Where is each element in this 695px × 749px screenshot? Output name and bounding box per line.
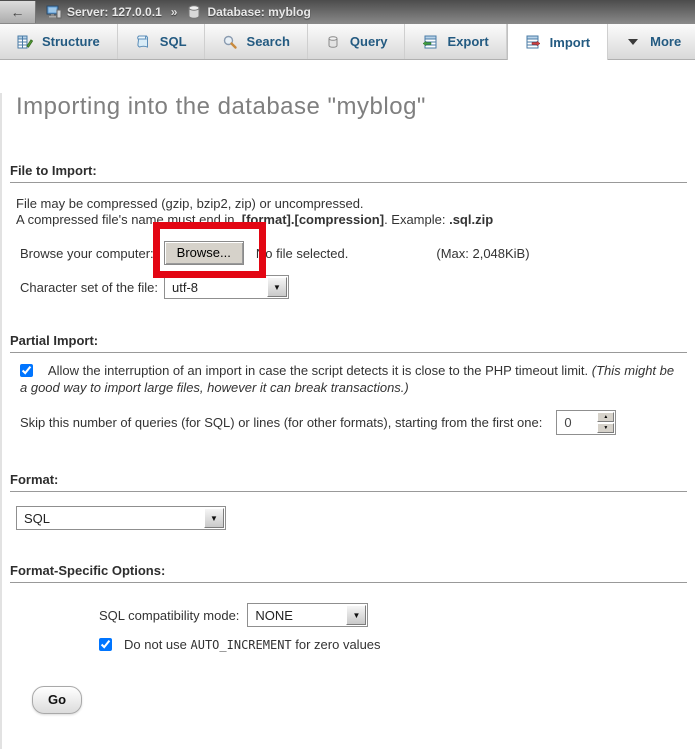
server-icon — [46, 4, 62, 20]
breadcrumb-database[interactable]: Database: myblog — [207, 5, 310, 19]
browse-button[interactable]: Browse... — [164, 241, 244, 265]
breadcrumb-separator: » — [171, 5, 178, 19]
dropdown-arrow-icon[interactable]: ▼ — [204, 508, 224, 528]
allow-interrupt-checkbox[interactable] — [20, 364, 33, 377]
tab-structure[interactable]: Structure — [0, 24, 118, 59]
breadcrumb: Server: 127.0.0.1 » Database: myblog — [46, 4, 311, 20]
structure-icon — [17, 34, 33, 50]
dropdown-arrow-icon[interactable]: ▼ — [346, 605, 366, 625]
tab-label: Query — [350, 34, 388, 49]
tab-label: Structure — [42, 34, 100, 49]
sql-compatibility-label: SQL compatibility mode: — [99, 608, 239, 623]
charset-row: Character set of the file: utf-8 ▼ — [20, 275, 695, 299]
breadcrumb-server[interactable]: Server: 127.0.0.1 — [67, 5, 162, 19]
spinner-down-icon[interactable]: ▼ — [597, 423, 614, 433]
compression-format-pattern: .[format].[compression] — [238, 212, 384, 227]
compression-line2-mid: . Example: — [384, 212, 449, 227]
import-page: Importing into the database "myblog" Fil… — [0, 93, 695, 749]
tab-bar: Structure SQL Search Query Export — [0, 24, 695, 60]
sql-compatibility-row: SQL compatibility mode: NONE ▼ — [99, 603, 695, 627]
database-icon — [186, 4, 202, 20]
page-title: Importing into the database "myblog" — [16, 93, 695, 121]
query-icon — [325, 34, 341, 50]
chevron-down-icon — [625, 34, 641, 50]
back-arrow-icon: ← — [11, 4, 25, 20]
section-format: Format: — [10, 472, 687, 492]
section-file-to-import: File to Import: — [10, 163, 687, 183]
allow-interrupt-text: Allow the interruption of an import in c… — [48, 363, 592, 378]
auto-increment-row: Do not use AUTO_INCREMENT for zero value… — [99, 637, 695, 652]
back-button[interactable]: ← — [0, 1, 36, 23]
go-button[interactable]: Go — [32, 686, 82, 714]
charset-select[interactable]: utf-8 ▼ — [164, 275, 289, 299]
auto-increment-code: AUTO_INCREMENT — [191, 638, 292, 652]
allow-interrupt-row: Allow the interruption of an import in c… — [20, 362, 679, 396]
spinner-up-icon[interactable]: ▲ — [597, 412, 614, 422]
sql-icon — [135, 34, 151, 50]
compression-line2-prefix: A compressed file's name must end in — [16, 212, 238, 227]
import-icon — [525, 34, 541, 50]
format-selected-value: SQL — [24, 511, 50, 526]
format-select[interactable]: SQL ▼ — [16, 506, 226, 530]
auto-increment-text: Do not use AUTO_INCREMENT for zero value… — [124, 637, 381, 652]
sql-compatibility-select[interactable]: NONE ▼ — [247, 603, 368, 627]
dropdown-arrow-icon[interactable]: ▼ — [267, 277, 287, 297]
tab-search[interactable]: Search — [205, 24, 308, 59]
breadcrumb-bar: ← Server: 127.0.0.1 » Database: myblog — [0, 0, 695, 24]
tab-label: SQL — [160, 34, 187, 49]
charset-selected-value: utf-8 — [172, 280, 198, 295]
no-file-selected-text: No file selected. — [256, 246, 349, 261]
tab-more[interactable]: More — [608, 24, 695, 59]
max-upload-size: (Max: 2,048KiB) — [436, 246, 529, 261]
compression-example: .sql.zip — [449, 212, 493, 227]
tab-import[interactable]: Import — [507, 24, 608, 60]
tab-sql[interactable]: SQL — [118, 24, 205, 59]
charset-label: Character set of the file: — [20, 280, 158, 295]
skip-queries-input[interactable]: 0 ▲ ▼ — [556, 410, 616, 435]
section-format-specific-options: Format-Specific Options: — [10, 563, 687, 583]
skip-queries-label: Skip this number of queries (for SQL) or… — [20, 415, 542, 430]
tab-label: Export — [447, 34, 488, 49]
export-icon — [422, 34, 438, 50]
skip-queries-row: Skip this number of queries (for SQL) or… — [20, 410, 695, 435]
tab-label: Search — [247, 34, 290, 49]
file-upload-row: Browse your computer: Browse... No file … — [20, 241, 695, 265]
sql-compatibility-value: NONE — [255, 608, 293, 623]
browse-label: Browse your computer: — [20, 246, 154, 261]
tab-label: Import — [550, 35, 590, 50]
spinner: ▲ ▼ — [596, 411, 615, 434]
tab-label: More — [650, 34, 681, 49]
skip-queries-value: 0 — [557, 411, 596, 434]
compression-info-text: File may be compressed (gzip, bzip2, zip… — [16, 196, 679, 228]
search-icon — [222, 34, 238, 50]
auto-increment-checkbox[interactable] — [99, 638, 112, 651]
tab-export[interactable]: Export — [405, 24, 506, 59]
section-partial-import: Partial Import: — [10, 333, 687, 353]
tab-query[interactable]: Query — [308, 24, 406, 59]
compression-line1: File may be compressed (gzip, bzip2, zip… — [16, 196, 364, 211]
